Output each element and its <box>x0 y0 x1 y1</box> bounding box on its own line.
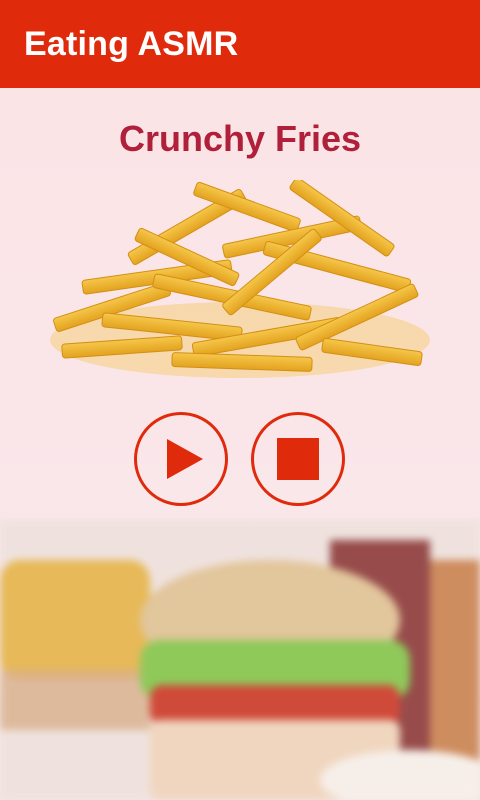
fries-image <box>50 180 430 378</box>
play-icon <box>167 439 203 479</box>
play-button[interactable] <box>134 412 228 506</box>
background-food-photo <box>0 520 480 800</box>
stop-icon <box>277 438 319 480</box>
playback-controls <box>0 412 480 512</box>
app-bar: Eating ASMR <box>0 0 480 88</box>
sound-title: Crunchy Fries <box>118 118 362 159</box>
app-title: Eating ASMR <box>24 24 239 63</box>
stop-button[interactable] <box>251 412 345 506</box>
